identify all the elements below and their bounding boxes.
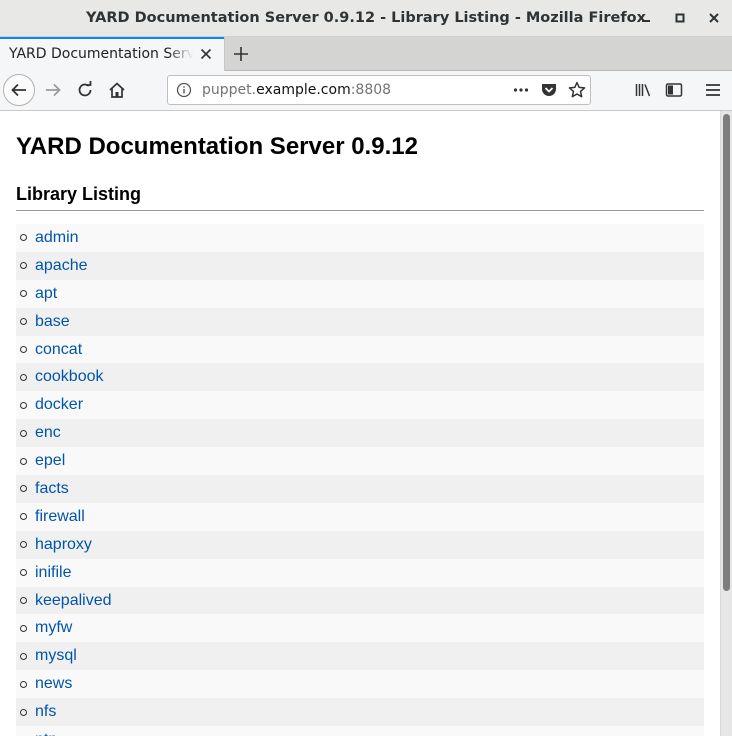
- library-link-cookbook[interactable]: cookbook: [35, 368, 104, 386]
- pocket-icon[interactable]: [539, 80, 559, 100]
- library-link-news[interactable]: news: [35, 675, 72, 693]
- library-link-myfw[interactable]: myfw: [35, 619, 72, 637]
- bullet-icon: [20, 541, 27, 549]
- list-item: epel: [16, 447, 704, 476]
- bullet-icon: [20, 513, 27, 521]
- list-item: ntp: [16, 726, 704, 736]
- url-port: :8808: [350, 82, 392, 98]
- forward-icon[interactable]: [41, 78, 65, 102]
- library-link-apache[interactable]: apache: [35, 257, 88, 275]
- bullet-icon: [20, 680, 27, 688]
- bullet-icon: [20, 262, 27, 270]
- bullet-icon: [20, 318, 27, 326]
- info-icon[interactable]: [176, 82, 192, 98]
- list-item: haproxy: [16, 530, 704, 559]
- library-list: admin apache apt base concat cookbook docker en…: [16, 224, 704, 736]
- bullet-icon: [20, 373, 27, 381]
- bullet-icon: [20, 346, 27, 353]
- new-tab-icon[interactable]: [229, 42, 253, 66]
- url-domain: example.com: [256, 82, 351, 98]
- reload-icon[interactable]: [73, 78, 97, 102]
- list-item: keepalived: [16, 586, 704, 615]
- tab-strip: YARD Documentation Server 0.9.12 - Libra…: [0, 37, 732, 71]
- bullet-icon: [20, 597, 27, 605]
- page-content: YARD Documentation Server 0.9.12 Library…: [0, 111, 720, 736]
- list-item: news: [16, 670, 704, 699]
- window-titlebar: YARD Documentation Server 0.9.12 - Libra…: [0, 0, 732, 37]
- sidebar-icon[interactable]: [662, 78, 686, 102]
- section-title: Library Listing: [16, 182, 704, 211]
- list-item: nfs: [16, 698, 704, 727]
- library-link-inifile[interactable]: inifile: [35, 564, 71, 582]
- list-item: base: [16, 307, 704, 336]
- hamburger-menu-icon[interactable]: [701, 78, 725, 102]
- bullet-icon: [20, 569, 27, 577]
- library-link-docker[interactable]: docker: [35, 396, 83, 414]
- list-item: enc: [16, 419, 704, 448]
- scrollbar-thumb[interactable]: [723, 114, 730, 591]
- bullet-icon: [20, 652, 27, 660]
- bullet-icon: [20, 234, 27, 242]
- bullet-icon: [20, 485, 27, 493]
- library-link-nfs[interactable]: nfs: [35, 703, 56, 721]
- library-link-haproxy[interactable]: haproxy: [35, 536, 92, 554]
- library-icon[interactable]: [631, 78, 655, 102]
- library-link-firewall[interactable]: firewall: [35, 508, 85, 526]
- library-link-mysql[interactable]: mysql: [35, 647, 77, 665]
- close-tab-icon[interactable]: [198, 46, 214, 62]
- library-link-apt[interactable]: apt: [35, 285, 57, 303]
- list-item: docker: [16, 391, 704, 420]
- bullet-icon: [20, 429, 27, 437]
- url-bar[interactable]: puppet.example.com:8808: [167, 75, 591, 105]
- list-item: facts: [16, 475, 704, 503]
- list-item: apache: [16, 251, 704, 280]
- bullet-icon: [20, 457, 27, 465]
- library-link-base[interactable]: base: [35, 313, 70, 331]
- list-item: firewall: [16, 502, 704, 531]
- library-link-concat[interactable]: concat: [35, 341, 82, 359]
- window-title: YARD Documentation Server 0.9.12 - Libra…: [86, 10, 646, 26]
- list-item: admin: [16, 224, 704, 252]
- minimize-icon[interactable]: [634, 6, 658, 30]
- navigation-toolbar: puppet.example.com:8808: [0, 71, 732, 111]
- tab-library-listing[interactable]: YARD Documentation Server 0.9.12 - Libra…: [0, 37, 225, 71]
- list-item: myfw: [16, 614, 704, 643]
- bookmark-star-icon[interactable]: [567, 80, 587, 100]
- library-link-keepalived[interactable]: keepalived: [35, 592, 112, 610]
- back-icon[interactable]: [3, 74, 35, 106]
- library-link-admin[interactable]: admin: [35, 229, 79, 247]
- url-text[interactable]: puppet.example.com:8808: [202, 76, 391, 104]
- library-link-facts[interactable]: facts: [35, 480, 69, 498]
- url-subdomain: puppet.: [202, 82, 257, 98]
- maximize-icon[interactable]: [668, 6, 692, 30]
- close-icon[interactable]: [702, 6, 726, 30]
- list-item: cookbook: [16, 363, 704, 392]
- bullet-icon: [20, 624, 27, 632]
- bullet-icon: [20, 401, 27, 409]
- library-link-epel[interactable]: epel: [35, 452, 65, 470]
- bullet-icon: [20, 708, 27, 716]
- library-link-enc[interactable]: enc: [35, 424, 61, 442]
- tab-title: YARD Documentation Server 0.9.12 - Libra…: [9, 46, 193, 62]
- bullet-icon: [20, 290, 27, 298]
- library-link-ntp[interactable]: ntp: [35, 731, 57, 736]
- vertical-scrollbar[interactable]: [720, 111, 732, 736]
- list-item: mysql: [16, 642, 704, 671]
- page-viewport: YARD Documentation Server 0.9.12 Library…: [0, 111, 720, 736]
- page-actions-icon[interactable]: [511, 80, 531, 100]
- home-icon[interactable]: [105, 78, 129, 102]
- list-item: inifile: [16, 558, 704, 587]
- list-item: apt: [16, 279, 704, 308]
- list-item: concat: [16, 335, 704, 364]
- page-title: YARD Documentation Server 0.9.12: [16, 133, 418, 160]
